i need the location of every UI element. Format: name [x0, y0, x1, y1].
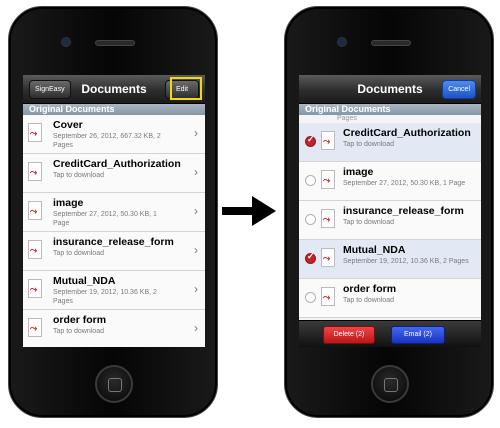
document-list: ✓ ⤳ CreditCard_Authorization Tap to down…	[299, 123, 481, 318]
document-subtitle: Tap to download	[343, 141, 394, 148]
chevron-right-icon: ›	[194, 321, 198, 335]
pdf-file-icon: ⤳	[321, 170, 338, 191]
document-row[interactable]: ⤳ image September 27, 2012, 50.30 KB, 1 …	[299, 162, 481, 201]
document-list: ⤳ Cover September 26, 2012, 667.32 KB, 2…	[23, 115, 205, 347]
pdf-file-icon: ⤳	[321, 131, 338, 152]
document-subtitle: Tap to download	[53, 172, 104, 179]
checkmark-icon[interactable]: ✓	[305, 251, 316, 264]
pdf-file-icon: ⤳	[28, 318, 45, 339]
document-row[interactable]: ⤳ image September 27, 2012, 50.30 KB, 1 …	[23, 193, 205, 232]
document-title: Mutual_NDA	[53, 275, 116, 287]
empty-circle-icon[interactable]	[305, 175, 316, 186]
document-row[interactable]: ⤳ order form Tap to download ›	[23, 310, 205, 347]
chevron-right-icon: ›	[194, 204, 198, 218]
document-subtitle: September 26, 2012, 667.32 KB, 2 Pages	[53, 133, 161, 149]
document-row[interactable]: ⤳ Mutual_NDA September 19, 2012, 10.36 K…	[23, 271, 205, 310]
arrow-right-icon	[222, 196, 276, 226]
chevron-right-icon: ›	[194, 126, 198, 140]
right-iphone: Documents Cancel Original Documents Page…	[284, 6, 494, 418]
pdf-file-icon: ⤳	[321, 287, 338, 308]
document-title: order form	[343, 283, 397, 295]
earpiece-speaker	[95, 40, 135, 46]
chevron-right-icon: ›	[194, 165, 198, 179]
document-row[interactable]: ⤳ Cover September 26, 2012, 667.32 KB, 2…	[23, 115, 205, 154]
section-header-original-documents: Original Documents	[23, 104, 205, 115]
front-camera	[61, 37, 71, 47]
document-subtitle: September 27, 2012, 50.30 KB, 1 Page	[343, 180, 466, 187]
chevron-right-icon: ›	[194, 243, 198, 257]
navigation-bar: Documents Cancel	[299, 75, 481, 104]
delete-button[interactable]: Delete (2)	[323, 326, 375, 344]
bottom-toolbar: Delete (2) Email (2)	[299, 320, 481, 347]
document-title: image	[343, 166, 374, 178]
document-subtitle: Tap to download	[343, 219, 394, 226]
pdf-file-icon: ⤳	[28, 279, 45, 300]
document-row[interactable]: ⤳ order form Tap to download	[299, 279, 481, 318]
section-header-original-documents: Original Documents	[299, 104, 481, 115]
document-title: insurance_release_form	[343, 205, 464, 217]
document-title: image	[53, 197, 84, 209]
cancel-button[interactable]: Cancel	[442, 80, 476, 99]
earpiece-speaker	[371, 40, 411, 46]
pdf-file-icon: ⤳	[321, 209, 338, 230]
pdf-file-icon: ⤳	[28, 123, 45, 144]
document-subtitle: Tap to download	[53, 328, 104, 335]
pdf-file-icon: ⤳	[28, 240, 45, 261]
email-button[interactable]: Email (2)	[391, 326, 445, 344]
partial-row-text: Pages	[337, 115, 357, 122]
document-row[interactable]: ⤳ insurance_release_form Tap to download…	[23, 232, 205, 271]
edit-button-highlight	[170, 77, 202, 100]
navigation-bar: SignEasy Documents Edit	[23, 75, 205, 104]
document-row[interactable]: ✓ ⤳ Mutual_NDA September 19, 2012, 10.36…	[299, 240, 481, 279]
pdf-file-icon: ⤳	[28, 162, 45, 183]
left-iphone: SignEasy Documents Edit Original Documen…	[8, 6, 218, 418]
document-subtitle: September 19, 2012, 10.36 KB, 2 Pages	[53, 289, 157, 305]
document-title: insurance_release_form	[53, 236, 174, 248]
document-row[interactable]: ⤳ CreditCard_Authorization Tap to downlo…	[23, 154, 205, 193]
home-button[interactable]	[95, 365, 133, 403]
front-camera	[337, 37, 347, 47]
chevron-right-icon: ›	[194, 282, 198, 296]
document-title: CreditCard_Authorization	[343, 127, 471, 139]
document-row[interactable]: ⤳ insurance_release_form Tap to download	[299, 201, 481, 240]
pdf-file-icon: ⤳	[321, 248, 338, 269]
left-screen: SignEasy Documents Edit Original Documen…	[23, 75, 205, 347]
document-subtitle: September 19, 2012, 10.36 KB, 2 Pages	[343, 258, 469, 265]
document-title: Mutual_NDA	[343, 244, 406, 256]
document-subtitle: September 27, 2012, 50.30 KB, 1 Page	[53, 211, 157, 227]
document-title: Cover	[53, 119, 83, 131]
home-button[interactable]	[371, 365, 409, 403]
empty-circle-icon[interactable]	[305, 214, 316, 225]
checkmark-icon[interactable]: ✓	[305, 134, 316, 147]
right-screen: Documents Cancel Original Documents Page…	[299, 75, 481, 347]
document-title: order form	[53, 314, 107, 326]
document-row[interactable]: ✓ ⤳ CreditCard_Authorization Tap to down…	[299, 123, 481, 162]
pdf-file-icon: ⤳	[28, 201, 45, 222]
document-title: CreditCard_Authorization	[53, 158, 181, 170]
document-subtitle: Tap to download	[343, 297, 394, 304]
document-subtitle: Tap to download	[53, 250, 104, 257]
empty-circle-icon[interactable]	[305, 292, 316, 303]
